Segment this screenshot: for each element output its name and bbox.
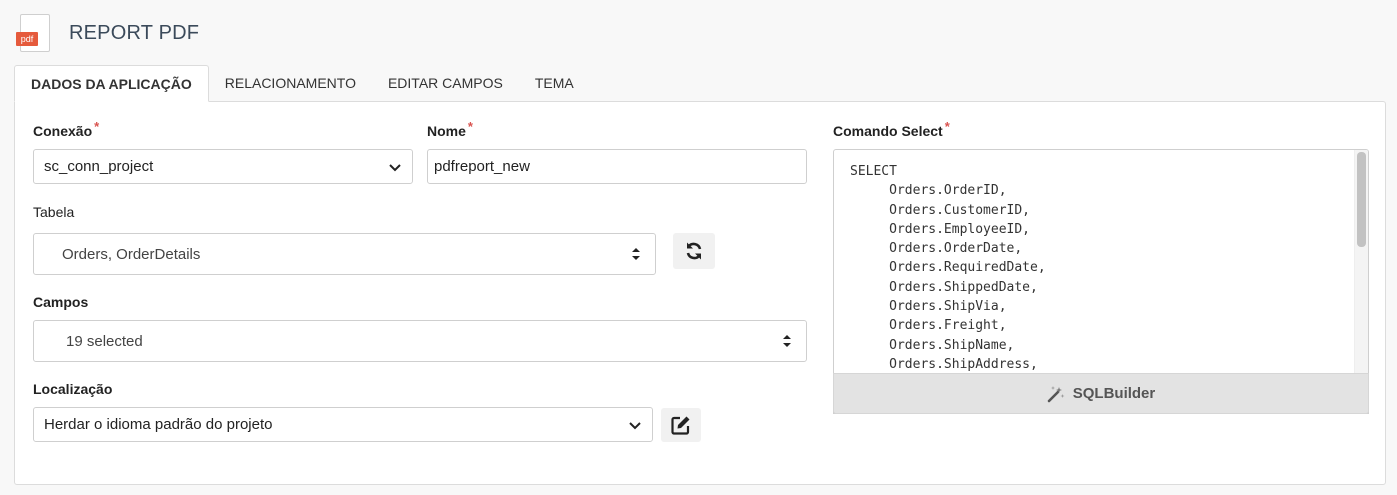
- nome-value: pdfreport_new: [434, 158, 530, 175]
- conexao-select[interactable]: sc_conn_project: [33, 149, 413, 184]
- refresh-icon: [686, 242, 702, 260]
- nome-label: Nome *: [427, 119, 473, 139]
- tab-relacionamento[interactable]: RELACIONAMENTO: [209, 65, 372, 102]
- campos-value: 19 selected: [66, 332, 143, 350]
- tab-tema[interactable]: TEMA: [519, 65, 590, 102]
- sqlbuilder-button[interactable]: SQLBuilder: [833, 373, 1369, 414]
- localizacao-label: Localização: [33, 381, 113, 397]
- edit-localizacao-button[interactable]: [661, 408, 701, 442]
- chevron-down-icon: [389, 163, 401, 171]
- magic-wand-icon: [1047, 385, 1065, 402]
- campos-select[interactable]: 19 selected: [33, 320, 807, 362]
- sql-code: SELECT Orders.OrderID, Orders.CustomerID…: [850, 164, 1046, 372]
- conexao-label: Conexão *: [33, 119, 100, 139]
- localizacao-select[interactable]: Herdar o idioma padrão do projeto: [33, 407, 653, 442]
- edit-icon: [671, 416, 690, 435]
- tab-bar: DADOS DA APLICAÇÃO RELACIONAMENTO EDITAR…: [14, 65, 590, 102]
- tab-editar-campos[interactable]: EDITAR CAMPOS: [372, 65, 519, 102]
- chevron-down-icon: [629, 421, 641, 429]
- pdf-file-icon: pdf: [16, 12, 54, 54]
- updown-arrows-icon: [783, 335, 791, 347]
- sqlbuilder-label: SQLBuilder: [1072, 385, 1156, 402]
- required-mark: *: [944, 119, 950, 134]
- scrollbar-thumb[interactable]: [1357, 152, 1366, 247]
- tabela-select[interactable]: Orders, OrderDetails: [33, 233, 656, 275]
- form-panel: Conexão * sc_conn_project Nome * pdfreport…: [14, 101, 1386, 485]
- tabela-value: Orders, OrderDetails: [62, 245, 201, 263]
- nome-input[interactable]: pdfreport_new: [427, 149, 807, 184]
- updown-arrows-icon: [632, 248, 640, 260]
- required-mark: *: [94, 119, 100, 134]
- tab-dados-da-aplicacao[interactable]: DADOS DA APLICAÇÃO: [14, 65, 209, 102]
- localizacao-value: Herdar o idioma padrão do projeto: [44, 416, 273, 433]
- refresh-button[interactable]: [673, 233, 715, 269]
- pdf-icon-tag: pdf: [16, 32, 38, 46]
- comando-select-label: Comando Select *: [833, 119, 950, 139]
- tabela-label: Tabela: [33, 204, 75, 220]
- page-title: REPORT PDF: [69, 21, 200, 44]
- campos-label: Campos: [33, 294, 89, 310]
- required-mark: *: [467, 119, 473, 134]
- conexao-value: sc_conn_project: [44, 158, 154, 175]
- app-header: pdf REPORT PDF: [16, 12, 199, 54]
